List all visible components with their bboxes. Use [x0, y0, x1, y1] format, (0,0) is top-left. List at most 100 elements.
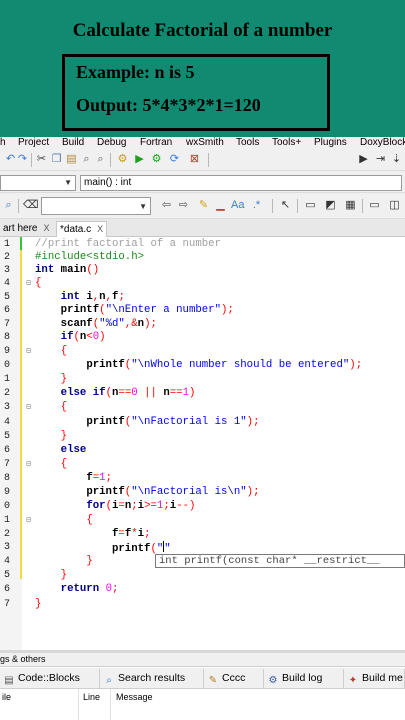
- example-box: Example: n is 5 Output: 5*4*3*2*1=120: [62, 54, 330, 131]
- rebuild-icon[interactable]: ⟳: [168, 153, 181, 166]
- menu-doxyblocks[interactable]: DoxyBlock: [360, 137, 405, 149]
- tab-start-here[interactable]: art here X: [0, 221, 52, 237]
- column-file[interactable]: ile: [2, 692, 11, 702]
- menu-project[interactable]: Project: [18, 137, 49, 149]
- logs-panel-header: gs & others: [0, 653, 405, 667]
- edit-icon: ✎: [208, 675, 218, 686]
- code-line: 7 ⊟ {: [3, 458, 68, 471]
- build-run-icon[interactable]: ⚙: [150, 153, 163, 166]
- close-icon[interactable]: X: [97, 224, 103, 234]
- column-divider: [110, 689, 111, 720]
- debug-run-icon[interactable]: ▶: [357, 153, 370, 166]
- toolbar-separator: [297, 199, 298, 213]
- code-line: 4 printf("\nFactorial is 1");: [3, 416, 260, 428]
- tab-label: *data.c: [60, 224, 92, 235]
- code-line: 0 for(i=n;i>=1;i--): [3, 500, 196, 512]
- menu-debug[interactable]: Debug: [97, 137, 126, 149]
- function-combo[interactable]: main() : int: [80, 175, 402, 191]
- pointer-icon[interactable]: ↖: [279, 199, 292, 212]
- redo-icon[interactable]: ↷: [16, 153, 29, 166]
- code-line: 6 else: [3, 444, 87, 456]
- toolbar-separator: [18, 199, 19, 213]
- search-icon: ⌕: [106, 675, 112, 686]
- banner-title: Calculate Factorial of a number: [72, 20, 333, 41]
- code-line: 7}: [3, 598, 42, 610]
- code-line: 4 ⊟{: [3, 277, 42, 290]
- fold-minus-icon[interactable]: ⊟: [24, 458, 33, 471]
- abort-icon[interactable]: ⊠: [188, 153, 201, 166]
- rectangle-icon[interactable]: ▭: [304, 199, 317, 212]
- code-line: 5 int i,n,f;: [3, 291, 125, 303]
- code-line: 6 return 0;: [3, 583, 119, 595]
- match-case-icon[interactable]: Aa: [231, 199, 244, 212]
- code-line: 9 ⊟ {: [3, 345, 68, 358]
- tab-label: Build log: [282, 672, 323, 684]
- step-into-icon[interactable]: ⇣: [390, 153, 403, 166]
- code-line: 2 else if(n==0 || n==1): [3, 387, 196, 399]
- code-line: 1 ⊟ {: [3, 514, 93, 527]
- copy-icon[interactable]: ❐: [50, 153, 63, 166]
- cut-icon[interactable]: ✂: [35, 153, 48, 166]
- fold-minus-icon[interactable]: ⊟: [24, 514, 33, 527]
- main-toolbar: ↶ ↷ ✂ ❐ ▤ ⌕ ⌕ ⚙ ▶ ⚙ ⟳ ⊠ ▶ ⇥ ⇣: [0, 149, 405, 171]
- underline-icon[interactable]: ▁: [214, 199, 227, 212]
- menu-help[interactable]: h: [0, 137, 6, 149]
- block-icon[interactable]: ◩: [324, 199, 337, 212]
- document-icon: ▤: [4, 675, 14, 686]
- fold-minus-icon[interactable]: ⊟: [24, 401, 33, 414]
- arrow-right-icon[interactable]: ⇨: [177, 199, 190, 212]
- layout-icon[interactable]: ◫: [388, 199, 401, 212]
- example-text: Example: n is 5: [76, 62, 195, 82]
- toolbar-separator: [208, 153, 209, 167]
- tab-search-results[interactable]: ⌕ Search results: [100, 669, 204, 688]
- code-line: 9 printf("\nFactorial is\n");: [3, 486, 260, 498]
- search-icon[interactable]: ⌕: [2, 199, 15, 212]
- replace-icon[interactable]: ⌕: [94, 153, 107, 166]
- fold-minus-icon[interactable]: ⊟: [24, 277, 33, 290]
- menu-tools[interactable]: Tools: [236, 137, 259, 149]
- chevron-down-icon: ▼: [64, 178, 72, 187]
- menu-fortran[interactable]: Fortran: [140, 137, 172, 149]
- build-gear-icon[interactable]: ⚙: [116, 153, 129, 166]
- run-icon[interactable]: ▶: [133, 153, 146, 166]
- tab-cccc[interactable]: ✎ Cccc: [204, 669, 264, 688]
- menu-plugins[interactable]: Plugins: [314, 137, 347, 149]
- regex-icon[interactable]: .*: [250, 199, 263, 212]
- find-icon[interactable]: ⌕: [80, 153, 93, 166]
- output-text: Output: 5*4*3*2*1=120: [76, 95, 261, 115]
- highlight-icon[interactable]: ✎: [197, 199, 210, 212]
- tab-data-c[interactable]: *data.c X: [56, 221, 108, 237]
- tab-build-messages[interactable]: ✦ Build me: [344, 669, 405, 688]
- close-icon[interactable]: X: [43, 223, 49, 233]
- menu-tools-plus[interactable]: Tools+: [272, 137, 301, 149]
- arrow-left-icon[interactable]: ⇦: [160, 199, 173, 212]
- tab-build-log[interactable]: ⚙ Build log: [264, 669, 344, 688]
- step-icon[interactable]: ⇥: [374, 153, 387, 166]
- menu-build[interactable]: Build: [62, 137, 84, 149]
- menu-wxsmith[interactable]: wxSmith: [186, 137, 224, 149]
- tab-codeblocks[interactable]: ▤ Code::Blocks: [0, 669, 100, 688]
- function-combo-value: main() : int: [84, 177, 132, 188]
- tab-label: Search results: [118, 672, 186, 684]
- column-line[interactable]: Line: [83, 692, 100, 702]
- code-line: 2 f=f*i;: [3, 528, 151, 540]
- search-combo[interactable]: ▼: [41, 197, 151, 215]
- tag-icon[interactable]: ⌫: [23, 199, 39, 212]
- code-line: 8 if(n<0): [3, 331, 106, 343]
- column-message[interactable]: Message: [116, 692, 153, 702]
- code-line: 5 }: [3, 569, 68, 581]
- grid-icon[interactable]: ▦: [344, 199, 357, 212]
- scope-combo[interactable]: ▼: [0, 175, 76, 191]
- code-line: 2 #include<stdio.h>: [3, 251, 145, 263]
- paste-icon[interactable]: ▤: [65, 153, 78, 166]
- code-line: 1//print factorial of a number: [3, 238, 221, 250]
- code-editor[interactable]: 1//print factorial of a number 2 #include…: [0, 237, 405, 650]
- frame-icon[interactable]: ▭: [368, 199, 381, 212]
- code-completion-toolbar: ▼ main() : int: [0, 171, 405, 193]
- fold-minus-icon[interactable]: ⊟: [24, 345, 33, 358]
- code-line: 3 int main(): [3, 264, 100, 276]
- calltip: int printf(const char* __restrict__: [155, 554, 405, 568]
- toolbar-separator: [110, 153, 111, 167]
- toolbar-separator: [31, 153, 32, 167]
- code-line: 1 }: [3, 373, 68, 385]
